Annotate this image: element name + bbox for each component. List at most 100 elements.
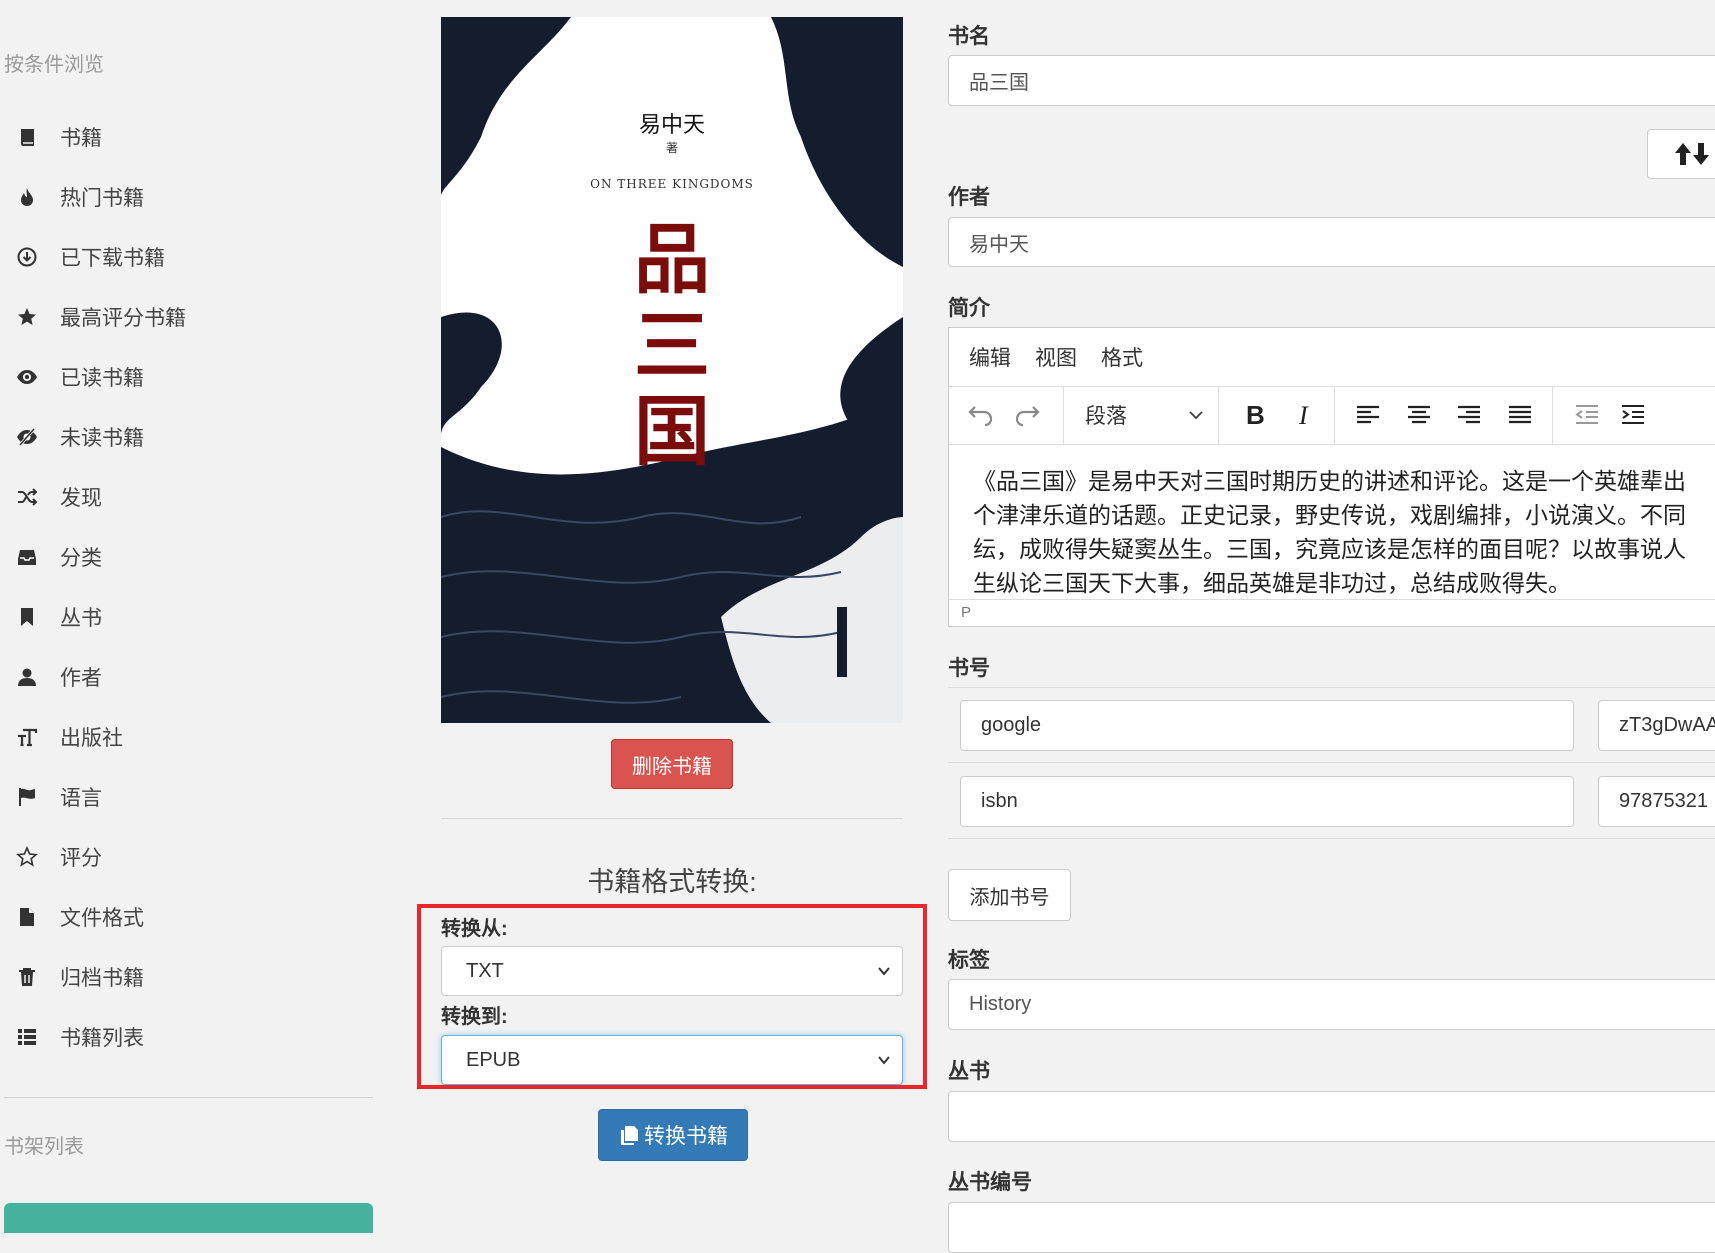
author-input[interactable]: 易中天	[948, 217, 1715, 267]
sidebar-item-label: 归档书籍	[60, 967, 144, 990]
italic-icon: I	[1298, 401, 1309, 429]
outdent-button[interactable]	[1567, 395, 1607, 435]
menu-view[interactable]: 视图	[1035, 342, 1077, 372]
identifier-value-input[interactable]: 97875321	[1598, 776, 1715, 827]
svg-text:B: B	[1246, 401, 1265, 429]
sidebar-item[interactable]: 发现	[16, 475, 356, 519]
identifiers-label: 书号	[948, 657, 990, 680]
series-label: 丛书	[948, 1060, 990, 1083]
list-icon	[16, 1026, 38, 1048]
shelf-list-heading: 书架列表	[4, 1136, 84, 1158]
description-editor[interactable]: 编辑 视图 格式 段落 B I 《品三国》是易中天对三国时期历史的讲述和评论。这…	[948, 327, 1715, 627]
trash-icon	[16, 966, 38, 988]
block-format-value: 段落	[1085, 405, 1127, 428]
add-identifier-button[interactable]: 添加书号	[948, 869, 1071, 921]
align-center-button[interactable]	[1399, 395, 1439, 435]
series-index-input[interactable]	[948, 1202, 1715, 1253]
align-left-button[interactable]	[1348, 395, 1388, 435]
bookmark-icon	[16, 606, 38, 628]
svg-text:I: I	[1298, 401, 1309, 429]
copy-icon	[621, 1126, 638, 1145]
fire-icon	[16, 186, 38, 208]
convert-section-title: 书籍格式转换:	[587, 867, 757, 897]
author-label: 作者	[948, 186, 990, 209]
sidebar-item[interactable]: 已读书籍	[16, 355, 356, 399]
sidebar-item-label: 分类	[60, 547, 102, 570]
swap-title-author-button[interactable]	[1647, 129, 1715, 179]
menu-edit[interactable]: 编辑	[969, 342, 1011, 372]
sidebar-item-label: 已读书籍	[60, 367, 144, 390]
indent-button[interactable]	[1613, 395, 1653, 435]
identifier-value-input[interactable]: zT3gDwAA	[1598, 700, 1715, 751]
indent-icon	[1622, 405, 1644, 424]
description-label: 简介	[948, 297, 990, 320]
create-shelf-button[interactable]	[4, 1203, 373, 1233]
align-center-icon	[1408, 405, 1430, 424]
menu-format[interactable]: 格式	[1101, 342, 1143, 372]
series-input[interactable]	[948, 1091, 1715, 1142]
identifier-type-input[interactable]: google	[960, 700, 1574, 751]
browse-heading: 按条件浏览	[4, 54, 104, 76]
tags-input[interactable]: History	[948, 979, 1715, 1030]
sidebar-item[interactable]: 出版社	[16, 715, 356, 759]
book-cover: 易中天 著 ON THREE KINGDOMS 品 三 国	[441, 17, 903, 723]
book-icon	[16, 126, 38, 148]
star-outline-icon	[16, 846, 38, 868]
undo-icon	[968, 406, 993, 427]
sidebar-item[interactable]: 书籍列表	[16, 1015, 356, 1059]
cover-english-title: ON THREE KINGDOMS	[590, 177, 754, 191]
sidebar-item-label: 语言	[60, 787, 102, 810]
sidebar-item[interactable]: 语言	[16, 775, 356, 819]
series-index-label: 丛书编号	[948, 1171, 1032, 1194]
title-input[interactable]: 品三国	[948, 55, 1715, 106]
block-format-select[interactable]: 段落	[1063, 386, 1218, 444]
sidebar-item[interactable]: 归档书籍	[16, 955, 356, 999]
sidebar-item[interactable]: 最高评分书籍	[16, 295, 356, 339]
align-left-icon	[1357, 405, 1379, 424]
sidebar-item-label: 文件格式	[60, 907, 144, 930]
outdent-icon	[1575, 405, 1598, 424]
editor-menubar: 编辑 视图 格式	[949, 328, 1715, 387]
justify-icon	[1509, 405, 1531, 424]
bold-button[interactable]: B	[1234, 395, 1274, 435]
sidebar-item-label: 未读书籍	[60, 427, 144, 450]
identifier-type-input[interactable]: isbn	[960, 776, 1574, 827]
swap-arrows-icon	[1675, 143, 1709, 165]
content-line: 个津津乐道的话题。正史记录，野史传说，戏剧编排，小说演义。不同	[973, 502, 1686, 528]
convert-book-button[interactable]: 转换书籍	[598, 1109, 748, 1161]
shuffle-icon	[16, 486, 38, 508]
justify-button[interactable]	[1500, 395, 1540, 435]
editor-content[interactable]: 《品三国》是易中天对三国时期历史的讲述和评论。这是一个英雄辈出 个津津乐道的话题…	[973, 464, 1715, 600]
align-right-icon	[1458, 405, 1480, 424]
sidebar-item[interactable]: 未读书籍	[16, 415, 356, 459]
sidebar-item[interactable]: 丛书	[16, 595, 356, 639]
divider	[948, 838, 1715, 839]
title-label: 书名	[948, 25, 990, 48]
italic-button[interactable]: I	[1285, 395, 1325, 435]
cover-title-char: 三	[634, 301, 710, 390]
redo-button[interactable]	[1007, 395, 1047, 435]
sidebar-item-label: 作者	[60, 667, 102, 690]
chevron-down-icon	[1189, 411, 1203, 420]
bold-icon: B	[1246, 401, 1265, 429]
divider	[441, 818, 903, 819]
sidebar-item[interactable]: 热门书籍	[16, 175, 356, 219]
divider	[948, 762, 1715, 763]
content-line: 《品三国》是易中天对三国时期历史的讲述和评论。这是一个英雄辈出	[973, 468, 1686, 494]
sidebar-item[interactable]: 作者	[16, 655, 356, 699]
sidebar-item[interactable]: 评分	[16, 835, 356, 879]
sidebar-item-label: 书籍	[60, 127, 102, 150]
text-size-icon	[16, 726, 38, 748]
sidebar-item[interactable]: 已下载书籍	[16, 235, 356, 279]
sidebar-item[interactable]: 文件格式	[16, 895, 356, 939]
sidebar-item[interactable]: 书籍	[16, 115, 356, 159]
sidebar-item-label: 热门书籍	[60, 187, 144, 210]
sidebar-item-label: 出版社	[60, 727, 123, 750]
sidebar-item-label: 评分	[60, 847, 102, 870]
undo-button[interactable]	[961, 395, 1001, 435]
editor-statusbar: P	[949, 599, 1715, 626]
flag-icon	[16, 786, 38, 808]
delete-book-button[interactable]: 删除书籍	[611, 739, 733, 789]
align-right-button[interactable]	[1449, 395, 1489, 435]
sidebar-item[interactable]: 分类	[16, 535, 356, 579]
